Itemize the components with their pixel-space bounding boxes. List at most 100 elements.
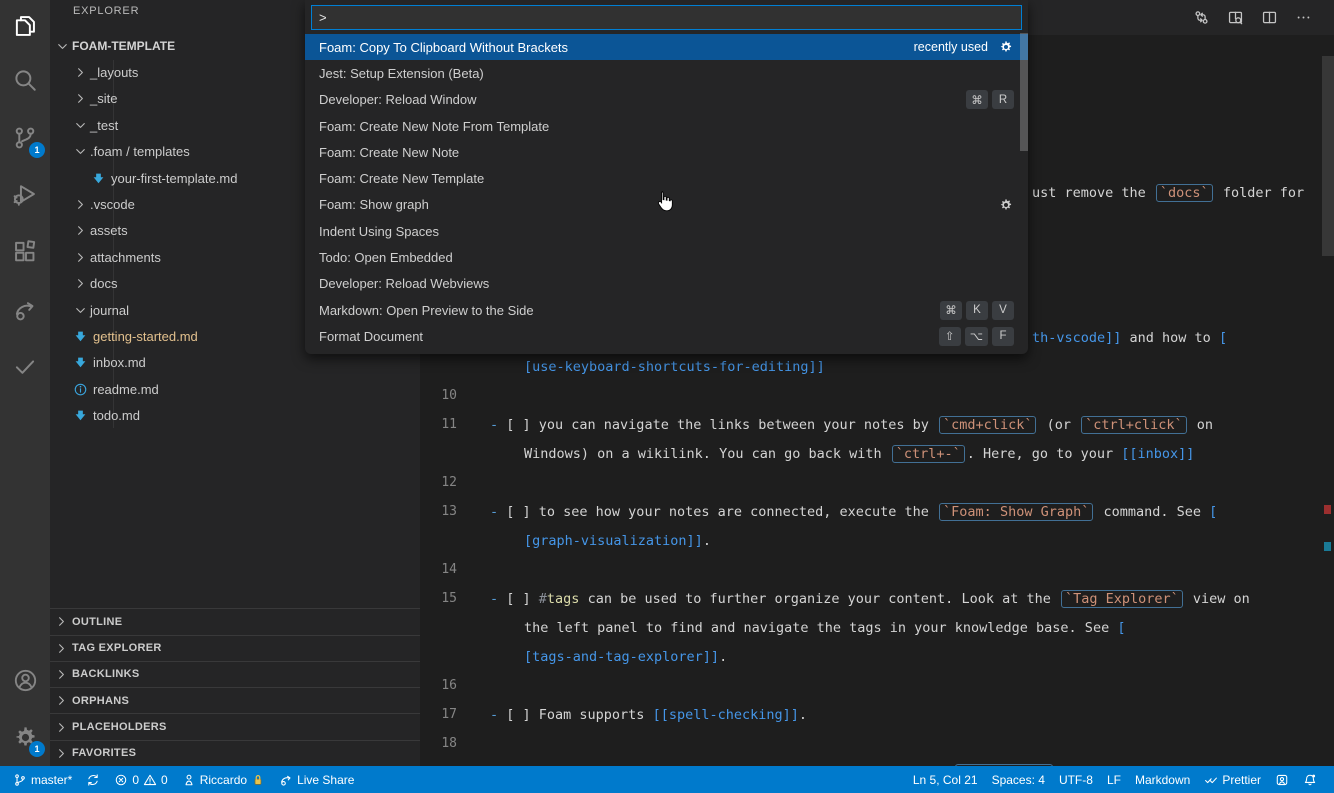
wikilink[interactable]: [: [1117, 620, 1125, 636]
command-item[interactable]: Foam: Show graph: [305, 192, 1028, 218]
code-text: #: [538, 590, 547, 607]
section-orphans[interactable]: ORPHANS: [50, 687, 420, 713]
wikilink[interactable]: [use-keyboard-shortcuts-for-editing]]: [524, 359, 825, 375]
status-live-share-user[interactable]: Riccardo: [175, 766, 272, 793]
command-label: Foam: Copy To Clipboard Without Brackets: [319, 39, 569, 55]
status-problems[interactable]: 00: [107, 766, 174, 793]
key-chip: ⌘: [966, 90, 988, 110]
wikilink[interactable]: [: [1209, 504, 1217, 520]
command-item[interactable]: Developer: Reload Window ⌘ R: [305, 87, 1028, 113]
command-item[interactable]: Foam: Create New Note From Template: [305, 113, 1028, 139]
tree-item-label: attachments: [90, 249, 161, 265]
split-editor-icon[interactable]: [1260, 9, 1278, 27]
command-label: Developer: Reload Window: [319, 92, 477, 108]
markdown-arrow-icon: [90, 170, 106, 186]
status-git-branch[interactable]: master*: [6, 766, 79, 793]
status-prettier[interactable]: Prettier: [1197, 766, 1268, 793]
command-item[interactable]: Developer: Reload Webviews: [305, 271, 1028, 297]
code-text: the left panel to find and navigate the …: [524, 619, 1118, 636]
status-notifications[interactable]: [1296, 766, 1324, 793]
file-item-todo-md[interactable]: todo.md: [50, 402, 420, 428]
editor-scrollbar[interactable]: [1322, 56, 1334, 256]
tree-item-label: inbox.md: [93, 355, 146, 371]
file-item-readme-md[interactable]: readme.md: [50, 376, 420, 402]
code-text: -: [490, 706, 499, 723]
editor-line: [use-keyboard-shortcuts-for-editing]]: [524, 352, 825, 381]
prettier-icon: [1204, 773, 1218, 787]
file-item-inbox-md[interactable]: inbox.md: [50, 350, 420, 376]
command-label: Developer: Reload Webviews: [319, 276, 490, 292]
activity-item-settings[interactable]: 1: [0, 717, 50, 757]
key-chip: R: [992, 90, 1014, 110]
chevron-right-icon: [50, 667, 72, 682]
tree-item-label: readme.md: [93, 381, 159, 397]
editor-line: ust remove the `docs` folder for: [1032, 178, 1304, 207]
more-actions-icon[interactable]: [1294, 9, 1312, 27]
command-item[interactable]: Foam: Create New Template: [305, 165, 1028, 191]
section-favorites[interactable]: FAVORITES: [50, 739, 420, 766]
status-cursor-position[interactable]: Ln 5, Col 21: [906, 766, 985, 793]
command-input[interactable]: >: [311, 5, 1022, 30]
status-bar: master* 0 0 Riccardo Live Share Ln 5, Col 21…: [0, 766, 1334, 793]
section-tag-explorer[interactable]: TAG EXPLORER: [50, 634, 420, 661]
status-encoding[interactable]: UTF-8: [1052, 766, 1100, 793]
command-item[interactable]: Foam: Create New Note: [305, 139, 1028, 165]
line-number: 10: [441, 388, 457, 403]
activity-item-explorer[interactable]: [0, 6, 50, 46]
activity-item-checks[interactable]: [0, 346, 50, 386]
tree-item-label: .foam / templates: [90, 144, 190, 160]
code-text: ust remove the: [1032, 184, 1154, 201]
key-chip: ⇧: [938, 326, 961, 346]
feedback-icon: [1275, 773, 1289, 787]
command-item[interactable]: Jest: Setup Extension (Beta): [305, 60, 1028, 86]
section-outline[interactable]: OUTLINE: [50, 608, 420, 634]
sidebar-sections: OUTLINE TAG EXPLORER BACKLINKS ORPHANS PLACE…: [50, 608, 420, 766]
activity-item-account[interactable]: [0, 660, 50, 700]
command-item[interactable]: Todo: Open Embedded: [305, 244, 1028, 270]
code-text: .: [719, 648, 728, 665]
gear-icon[interactable]: [998, 197, 1014, 213]
section-backlinks[interactable]: BACKLINKS: [50, 660, 420, 687]
activity-item-extensions[interactable]: [0, 232, 50, 272]
chevron-down-icon: [54, 38, 70, 54]
compare-changes-icon[interactable]: [1192, 9, 1210, 27]
sync-icon: [86, 773, 100, 787]
command-item[interactable]: Format Document ⇧ ⌥ F: [305, 323, 1028, 349]
wikilink[interactable]: [[inbox]]: [1121, 446, 1194, 462]
search-icon: [12, 67, 38, 93]
status-language-mode[interactable]: Markdown: [1128, 766, 1197, 793]
status-live-share[interactable]: Live Share: [272, 766, 361, 793]
activity-item-search[interactable]: [0, 60, 50, 100]
wikilink[interactable]: [[spell-checking]]: [653, 707, 799, 723]
status-label: 0: [132, 772, 140, 787]
gear-icon[interactable]: [998, 39, 1014, 55]
status-feedback[interactable]: [1268, 766, 1296, 793]
wikilink[interactable]: [tags-and-tag-explorer]]: [524, 649, 719, 665]
activity-item-source-control[interactable]: 1: [0, 118, 50, 158]
chevron-right-icon: [72, 276, 88, 292]
status-sync[interactable]: [79, 766, 107, 793]
command-item[interactable]: Indent Using Spaces: [305, 218, 1028, 244]
wikilink[interactable]: [: [1219, 330, 1227, 346]
editor-line: Windows) on a wikilink. You can go back …: [524, 439, 1194, 468]
section-placeholders[interactable]: PLACEHOLDERS: [50, 713, 420, 739]
palette-scrollbar[interactable]: [1020, 33, 1028, 151]
markdown-arrow-icon: [72, 355, 88, 371]
section-label: BACKLINKS: [72, 668, 140, 681]
inline-code: `cmd+click`: [939, 415, 1037, 434]
code-text: .: [702, 532, 711, 549]
chevron-right-icon: [72, 91, 88, 107]
status-eol[interactable]: LF: [1100, 766, 1128, 793]
code-text: [ ] Foam supports: [498, 706, 653, 723]
wikilink[interactable]: [graph-visualization]]: [524, 533, 703, 549]
open-preview-icon[interactable]: [1226, 9, 1244, 27]
activity-item-run-debug[interactable]: [0, 174, 50, 214]
status-indentation[interactable]: Spaces: 4: [985, 766, 1052, 793]
wikilink[interactable]: th-vscode]]: [1032, 330, 1121, 346]
command-item[interactable]: Markdown: Open Preview to the Side ⌘ K V: [305, 297, 1028, 323]
activity-item-live-share[interactable]: [0, 290, 50, 330]
key-chip: ⌥: [964, 326, 988, 346]
code-text: command. See: [1095, 503, 1210, 520]
code-text: folder for: [1214, 184, 1305, 201]
command-item[interactable]: Foam: Copy To Clipboard Without Brackets…: [305, 34, 1028, 61]
